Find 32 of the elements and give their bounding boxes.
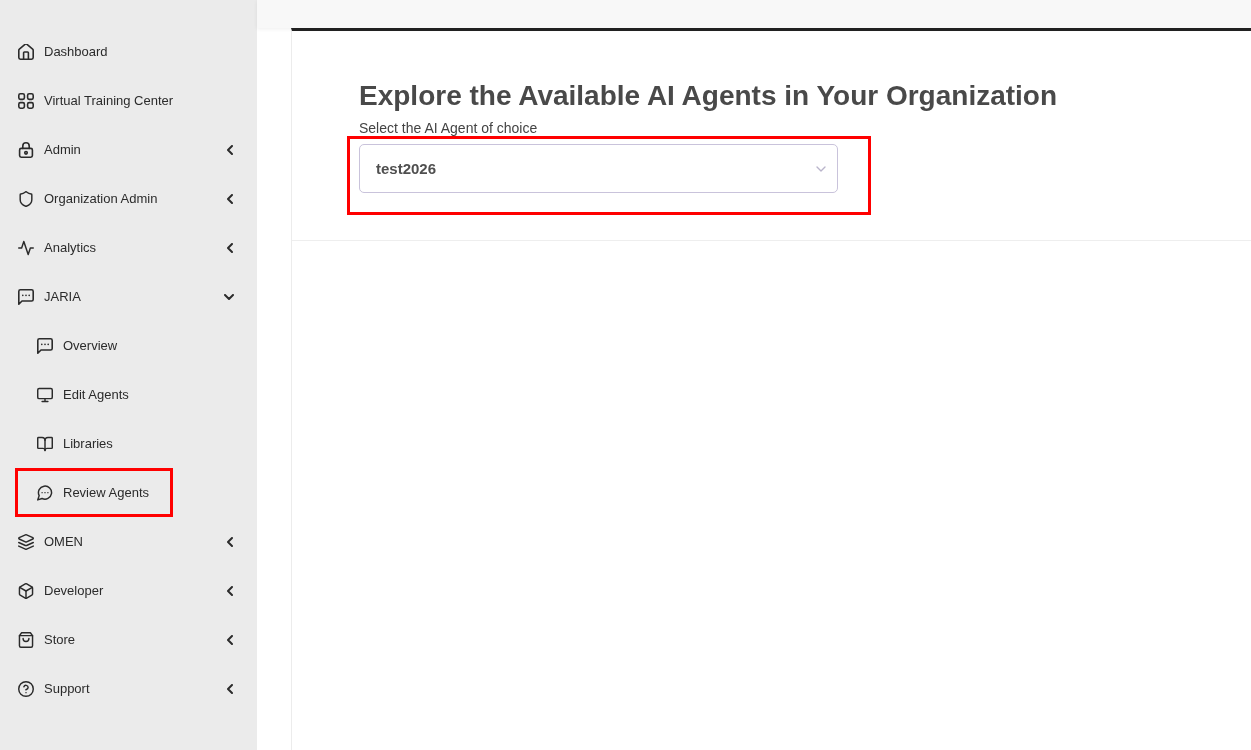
lock-icon [18,141,34,158]
sidebar-item[interactable]: Organization Admin [3,177,254,220]
sidebar-item[interactable]: Virtual Training Center [3,79,254,122]
chat-icon [18,288,34,305]
chat-bubble-icon [37,484,53,501]
sidebar-item[interactable]: Edit Agents [18,373,150,416]
sidebar-item[interactable]: Overview [18,324,139,367]
sidebar-item[interactable]: Support [3,667,254,710]
sidebar-item[interactable]: Libraries [18,422,134,465]
chat-icon [37,337,53,354]
grid-icon [18,92,34,109]
sidebar-item[interactable]: JARIA [3,275,254,318]
chevron-down-icon [816,165,826,172]
sidebar-item[interactable]: Admin [3,128,254,171]
book-icon [37,435,53,452]
sidebar-item[interactable]: Review Agents [18,471,170,514]
house-icon [18,43,34,60]
help-icon [18,680,34,697]
agent-select[interactable]: test2026 [359,144,838,193]
shopping-bag-icon [18,631,34,648]
shield-icon [18,190,34,207]
cube-icon [18,582,34,599]
sidebar-item[interactable]: Store [3,618,254,661]
sidebar-item[interactable]: OMEN [3,520,254,563]
page-heading: Explore the Available AI Agents in Your Organization [359,79,1058,112]
pulse-icon [18,239,34,256]
sidebar-item[interactable]: Dashboard [3,30,254,73]
layers-icon [18,533,34,550]
sidebar-item[interactable]: Developer [3,569,254,612]
monitor-icon [37,386,53,403]
select-label: Select the AI Agent of choice [359,120,538,136]
sidebar-item[interactable]: Analytics [3,226,254,269]
